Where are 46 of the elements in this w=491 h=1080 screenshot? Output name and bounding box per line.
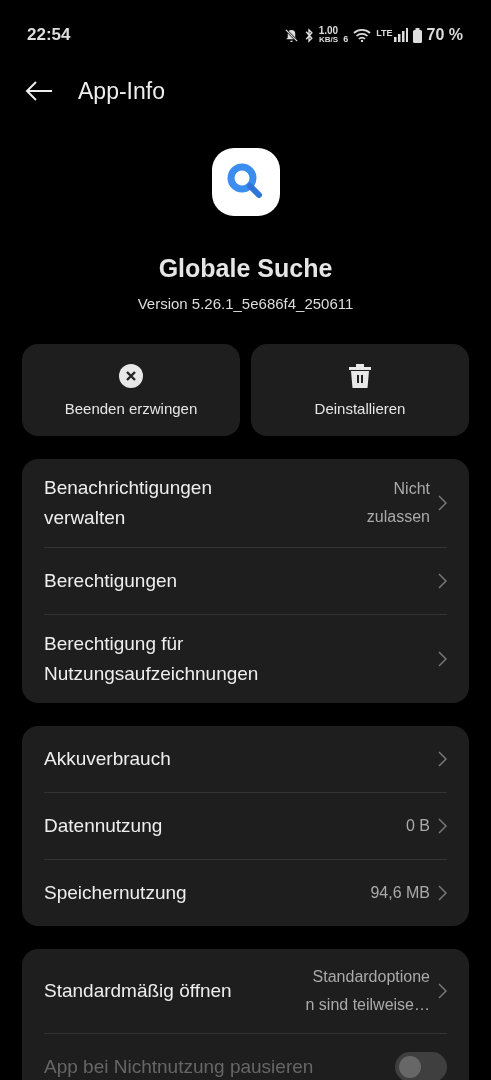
row-value: Nicht zulassen [366, 479, 430, 527]
row-value: 0 B [406, 816, 430, 836]
app-icon [211, 148, 280, 216]
wifi-icon [353, 28, 372, 42]
settings-row[interactable]: Berechtigungen [44, 548, 447, 614]
row-label: Standardmäßig öffnen [44, 979, 232, 1003]
clock: 22:54 [27, 25, 71, 45]
back-arrow-icon[interactable] [24, 80, 54, 102]
bell-muted-icon [283, 27, 299, 43]
speed-value: 1.00 [318, 26, 339, 36]
chevron-icon [438, 751, 447, 767]
bluetooth-icon [303, 27, 314, 43]
row-label: Berechtigung für Nutzungsaufzeichnungen [44, 632, 260, 686]
force-stop-button[interactable]: Beenden erzwingen [22, 344, 240, 436]
speed-unit: KB/S [318, 36, 338, 44]
trash-icon [349, 363, 371, 388]
signal-icon [393, 28, 408, 42]
chevron-icon [438, 983, 447, 999]
row-label: Datennutzung [44, 814, 163, 838]
app-version: Version 5.26.1_5e686f4_250611 [137, 295, 354, 312]
battery-level: 70 % [426, 26, 463, 44]
chevron-icon [438, 651, 447, 667]
chevron-icon [438, 818, 447, 834]
row-value: Standardoptione n sind teilweise… [305, 967, 430, 1015]
settings-row[interactable]: Standardmäßig öffnen Standardoptione n sind teilweise… [44, 949, 447, 1033]
network-type: LTE [376, 28, 393, 38]
settings-row[interactable]: Datennutzung 0 B [44, 793, 447, 859]
row-label: Benachrichtigungen verwalten [44, 476, 213, 530]
wifi-band-label: 6 [343, 34, 349, 44]
row-label: Speichernutzung [44, 881, 187, 905]
row-label: Akkuverbrauch [44, 747, 171, 771]
row-label: Berechtigungen [44, 569, 178, 593]
chevron-icon [438, 573, 447, 589]
close-icon [119, 363, 143, 388]
row-label: App bei Nichtnutzung pausieren [44, 1055, 314, 1079]
settings-row[interactable]: Speichernutzung 94,6 MB [44, 860, 447, 926]
settings-row[interactable]: Benachrichtigungen verwalten Nicht zulassen [44, 459, 447, 547]
page-title: App-Info [78, 77, 165, 105]
battery-icon [412, 27, 422, 43]
row-value: 94,6 MB [370, 883, 430, 903]
settings-row[interactable]: Akkuverbrauch [44, 726, 447, 792]
chevron-icon [438, 495, 447, 511]
app-name: Globale Suche [158, 254, 333, 283]
uninstall-button[interactable]: Deinstallieren [251, 344, 469, 436]
chevron-icon [438, 885, 447, 901]
settings-row[interactable]: Berechtigung für Nutzungsaufzeichnungen [44, 615, 447, 703]
